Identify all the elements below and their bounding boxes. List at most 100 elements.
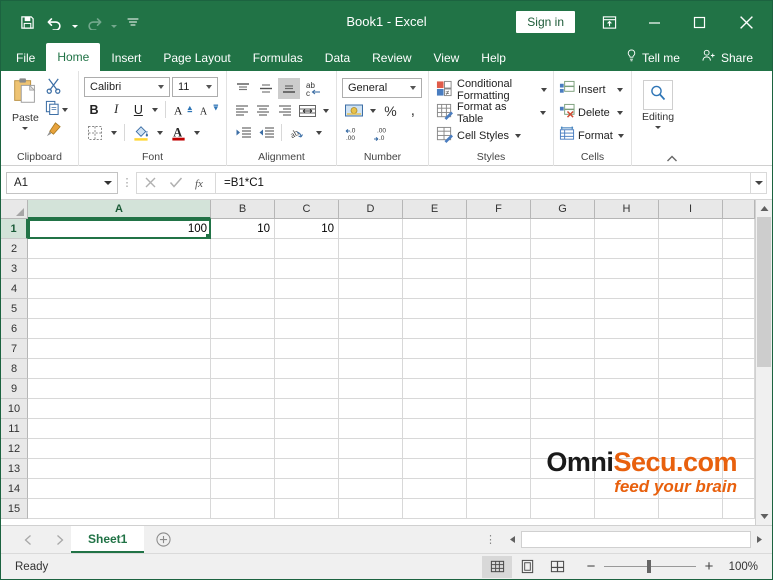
cell-E10[interactable] [403,399,467,419]
paste-dropdown-caret-icon[interactable] [22,127,29,130]
vertical-scrollbar[interactable] [755,200,772,525]
cell-H2[interactable] [595,239,659,259]
row-header-10[interactable]: 10 [1,399,28,419]
cell-G15[interactable] [531,499,595,519]
tab-insert[interactable]: Insert [100,45,152,71]
cell-H10[interactable] [595,399,659,419]
cell-A8[interactable] [28,359,211,379]
cell-C8[interactable] [275,359,339,379]
cell-E15[interactable] [403,499,467,519]
cell-A1[interactable]: 100 [28,219,211,239]
cell-J14[interactable] [723,479,755,499]
tab-formulas[interactable]: Formulas [242,45,314,71]
grow-font-button[interactable]: A [171,99,195,120]
insert-function-fx-icon[interactable]: fx [189,173,215,193]
cell-E8[interactable] [403,359,467,379]
add-sheet-plus-icon[interactable] [144,526,182,553]
scroll-down-arrow-icon[interactable] [756,508,772,525]
align-left-button[interactable] [232,100,252,121]
cell-I7[interactable] [659,339,723,359]
cell-E11[interactable] [403,419,467,439]
cell-I11[interactable] [659,419,723,439]
column-header-g[interactable]: G [531,200,595,219]
cell-C13[interactable] [275,459,339,479]
tab-review[interactable]: Review [361,45,422,71]
cell-H4[interactable] [595,279,659,299]
comma-style-button[interactable]: , [403,100,423,121]
font-size-caret-icon[interactable] [203,85,215,89]
cell-F2[interactable] [467,239,531,259]
column-header-i[interactable]: I [659,200,723,219]
horizontal-scroll-track[interactable] [521,531,751,548]
align-right-button[interactable] [275,100,295,121]
editing-dropdown-caret-icon[interactable] [655,126,661,129]
cell-I3[interactable] [659,259,723,279]
cell-F10[interactable] [467,399,531,419]
cell-F1[interactable] [467,219,531,239]
next-sheet-icon[interactable] [53,530,67,550]
row-header-3[interactable]: 3 [1,259,28,279]
cell-A7[interactable] [28,339,211,359]
column-header-e[interactable]: E [403,200,467,219]
wrap-text-button[interactable]: ab c [301,78,327,99]
merge-and-center-button[interactable] [296,100,320,121]
cell-B10[interactable] [211,399,275,419]
cell-D8[interactable] [339,359,403,379]
cell-H8[interactable] [595,359,659,379]
cell-F4[interactable] [467,279,531,299]
cell-F12[interactable] [467,439,531,459]
undo-icon[interactable] [42,9,68,35]
cell-H11[interactable] [595,419,659,439]
column-header-h[interactable]: H [595,200,659,219]
column-header-c[interactable]: C [275,200,339,219]
cell-I8[interactable] [659,359,723,379]
cell-H12[interactable] [595,439,659,459]
tell-me-button[interactable]: Tell me [615,45,691,71]
cancel-x-icon[interactable] [137,173,163,193]
cell-F9[interactable] [467,379,531,399]
cell-A15[interactable] [28,499,211,519]
cell-F15[interactable] [467,499,531,519]
cell-F3[interactable] [467,259,531,279]
cell-E4[interactable] [403,279,467,299]
cell-B2[interactable] [211,239,275,259]
increase-decimal-button[interactable]: .00.0 [370,123,396,144]
cell-D1[interactable] [339,219,403,239]
cell-G12[interactable] [531,439,595,459]
cell-B13[interactable] [211,459,275,479]
enter-check-icon[interactable] [163,173,189,193]
column-header-d[interactable]: D [339,200,403,219]
row-header-15[interactable]: 15 [1,499,28,519]
row-header-1[interactable]: 1 [1,219,28,239]
cell-D9[interactable] [339,379,403,399]
customize-quick-access-toolbar-icon[interactable] [120,9,146,35]
cell-J10[interactable] [723,399,755,419]
row-header-12[interactable]: 12 [1,439,28,459]
cell-A13[interactable] [28,459,211,479]
cell-H5[interactable] [595,299,659,319]
align-center-button[interactable] [253,100,273,121]
cell-E13[interactable] [403,459,467,479]
cell-J5[interactable] [723,299,755,319]
cell-B11[interactable] [211,419,275,439]
sheet-options-dots-icon[interactable]: ⋮ [477,526,504,553]
zoom-level-label[interactable]: 100% [724,561,758,573]
format-as-table-button[interactable]: Format as Table [436,101,548,125]
cell-D15[interactable] [339,499,403,519]
cell-C9[interactable] [275,379,339,399]
cell-H6[interactable] [595,319,659,339]
cell-J6[interactable] [723,319,755,339]
close-icon[interactable] [722,1,770,43]
cell-D14[interactable] [339,479,403,499]
zoom-out-button[interactable]: − [584,558,598,575]
cell-J2[interactable] [723,239,755,259]
cell-H15[interactable] [595,499,659,519]
cell-B6[interactable] [211,319,275,339]
save-icon[interactable] [14,9,40,35]
underline-dropdown-caret-icon[interactable] [150,99,160,120]
cell-A6[interactable] [28,319,211,339]
format-painter-button[interactable] [45,121,73,142]
cell-G2[interactable] [531,239,595,259]
cell-F11[interactable] [467,419,531,439]
cell-G5[interactable] [531,299,595,319]
